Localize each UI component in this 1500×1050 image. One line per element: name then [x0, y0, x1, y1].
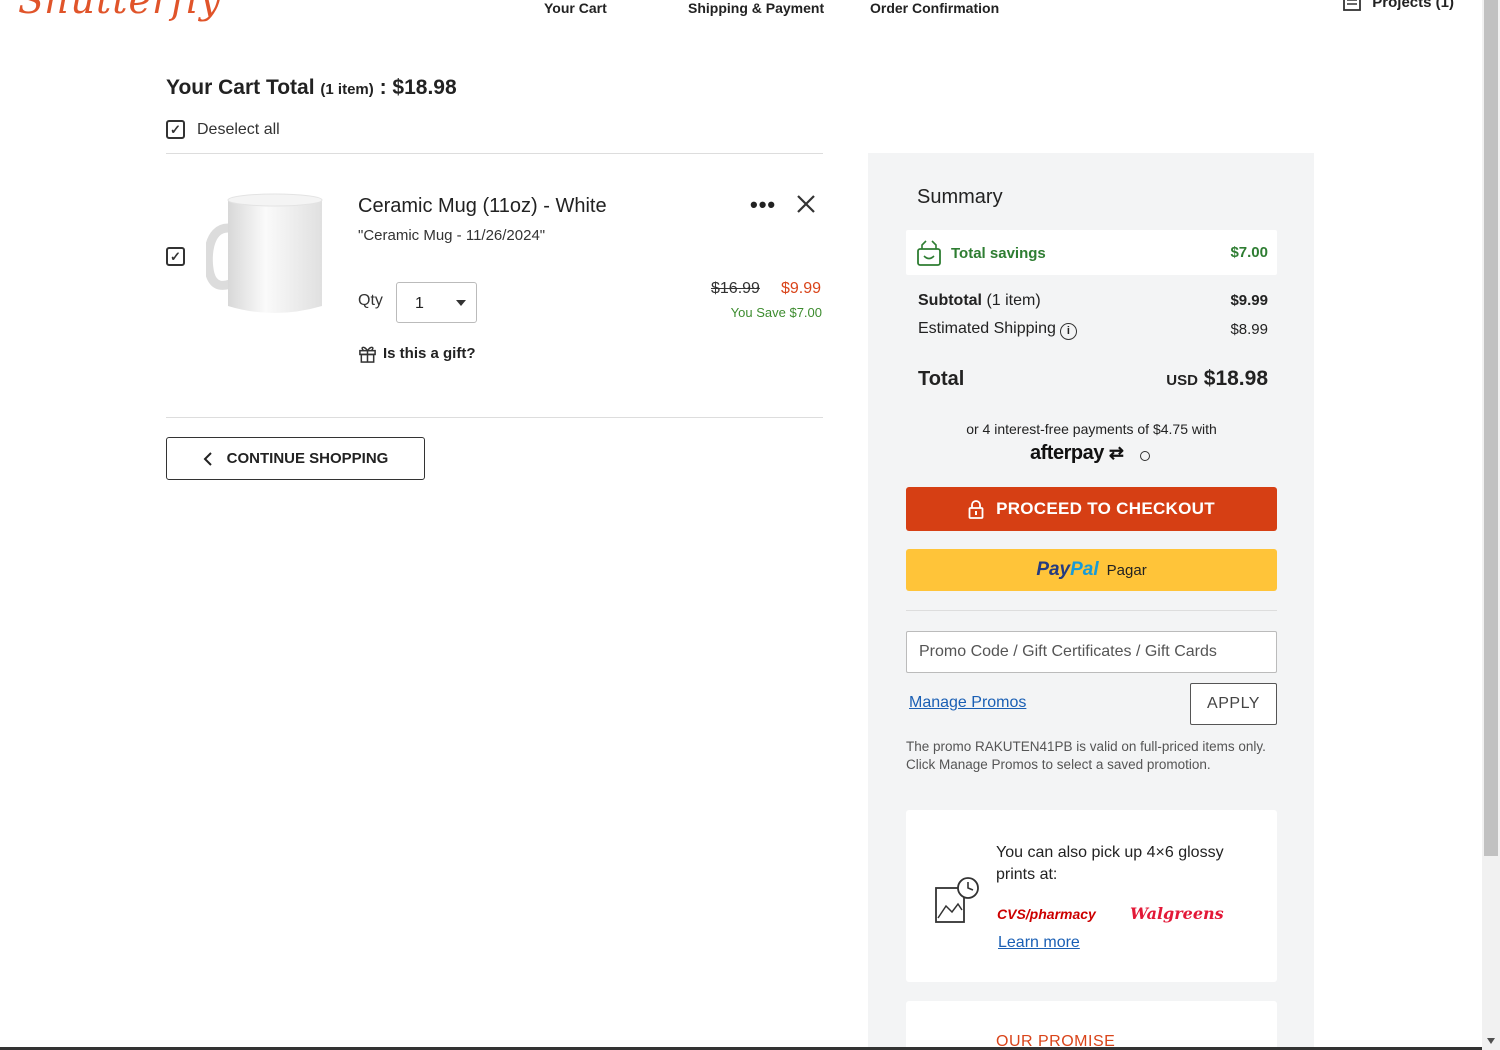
order-summary-panel: Summary Total savings $7.00 Subtotal (1 … — [868, 153, 1314, 1050]
our-promise-card: OUR PROMISE — [906, 1001, 1277, 1050]
pickup-promo-card: You can also pick up 4×6 glossy prints a… — [906, 810, 1277, 982]
lock-icon — [968, 499, 984, 519]
estimated-shipping-value: $8.99 — [1230, 321, 1268, 338]
projects-link[interactable]: Projects (1) — [1342, 0, 1454, 12]
scroll-down-arrow-icon[interactable] — [1487, 1038, 1495, 1044]
shutterfly-logo[interactable]: Shutterfly — [18, 0, 222, 22]
chevron-left-icon — [203, 451, 212, 466]
caret-down-icon — [456, 300, 466, 306]
total-savings-value: $7.00 — [1230, 244, 1268, 261]
original-price: $16.99 — [711, 280, 760, 297]
gift-icon — [359, 346, 376, 363]
step-order-confirmation: Order Confirmation — [870, 0, 1000, 16]
page-scrollbar[interactable] — [1482, 0, 1500, 1050]
gift-label: Is this a gift? — [383, 345, 476, 362]
mug-image[interactable] — [206, 188, 328, 320]
qty-value: 1 — [415, 295, 424, 312]
cart-title-total: : $18.98 — [379, 76, 457, 99]
qty-label: Qty — [358, 292, 383, 309]
paypal-logo: PayPal — [1036, 559, 1099, 580]
item-name[interactable]: Ceramic Mug (11oz) - White — [358, 195, 607, 218]
you-save-text: You Save $7.00 — [730, 305, 822, 320]
promo-code-input[interactable] — [906, 631, 1277, 673]
deselect-checkbox[interactable]: ✓ — [166, 120, 185, 139]
cart-title-count: (1 item) — [320, 81, 374, 98]
apply-promo-button[interactable]: APPLY — [1190, 683, 1277, 725]
manage-promos-link[interactable]: Manage Promos — [909, 694, 1026, 712]
afterpay-logo: afterpay ⇄ — [1030, 442, 1124, 464]
proceed-to-checkout-button[interactable]: PROCEED TO CHECKOUT — [906, 487, 1277, 531]
promo-note: The promo RAKUTEN41PB is valid on full-p… — [906, 739, 1266, 772]
subtotal-label: Subtotal (1 item) — [918, 292, 1041, 309]
learn-more-link[interactable]: Learn more — [998, 934, 1080, 952]
continue-shopping-button[interactable]: CONTINUE SHOPPING — [166, 437, 425, 480]
cart-title: Your Cart Total (1 item) : $18.98 — [166, 76, 457, 100]
continue-shopping-label: CONTINUE SHOPPING — [226, 450, 389, 467]
cvs-pharmacy-logo: CVS/pharmacy — [997, 906, 1096, 922]
total-value: USD $18.98 — [1166, 367, 1268, 390]
step-shipping-payment: Shipping & Payment — [688, 0, 825, 16]
walgreens-logo: Walgreens — [1130, 904, 1224, 923]
subtotal-value: $9.99 — [1230, 292, 1268, 309]
paypal-button[interactable]: PayPal Pagar — [906, 549, 1277, 591]
projects-label: Projects (1) — [1372, 0, 1454, 11]
cart-title-main: Your Cart Total — [166, 76, 315, 99]
step-your-cart: Your Cart — [544, 0, 607, 16]
scrollbar-thumb[interactable] — [1484, 0, 1498, 856]
photo-print-icon — [935, 877, 979, 923]
afterpay-text: or 4 interest-free payments of $4.75 wit… — [966, 421, 1217, 437]
afterpay-info-icon[interactable] — [1140, 451, 1150, 461]
paypal-label: Pagar — [1106, 561, 1147, 579]
deselect-label: Deselect all — [197, 120, 280, 138]
qty-select[interactable]: 1 — [396, 282, 477, 323]
divider — [166, 153, 823, 154]
total-savings-row: Total savings $7.00 — [906, 230, 1277, 275]
more-options-icon[interactable]: ••• — [750, 192, 776, 218]
projects-icon — [1343, 0, 1362, 11]
sale-price: $9.99 — [781, 280, 822, 297]
item-checkbox[interactable]: ✓ — [166, 247, 185, 266]
remove-item-close-icon[interactable] — [794, 192, 818, 216]
divider — [166, 417, 823, 418]
checkout-label: PROCEED TO CHECKOUT — [996, 499, 1215, 518]
item-project-name: "Ceramic Mug - 11/26/2024" — [358, 227, 546, 244]
total-savings-label: Total savings — [951, 245, 1046, 262]
estimated-shipping-label: Estimated Shipping i — [918, 320, 1077, 340]
info-icon[interactable]: i — [1059, 323, 1077, 340]
divider — [906, 610, 1277, 611]
savings-bag-icon — [917, 240, 941, 266]
total-label: Total — [918, 368, 965, 390]
gift-option[interactable]: Is this a gift? — [358, 344, 476, 363]
pickup-text: You can also pick up 4×6 glossy prints a… — [996, 844, 1224, 883]
summary-title: Summary — [917, 186, 1003, 208]
deselect-all[interactable]: ✓ Deselect all — [166, 120, 280, 139]
